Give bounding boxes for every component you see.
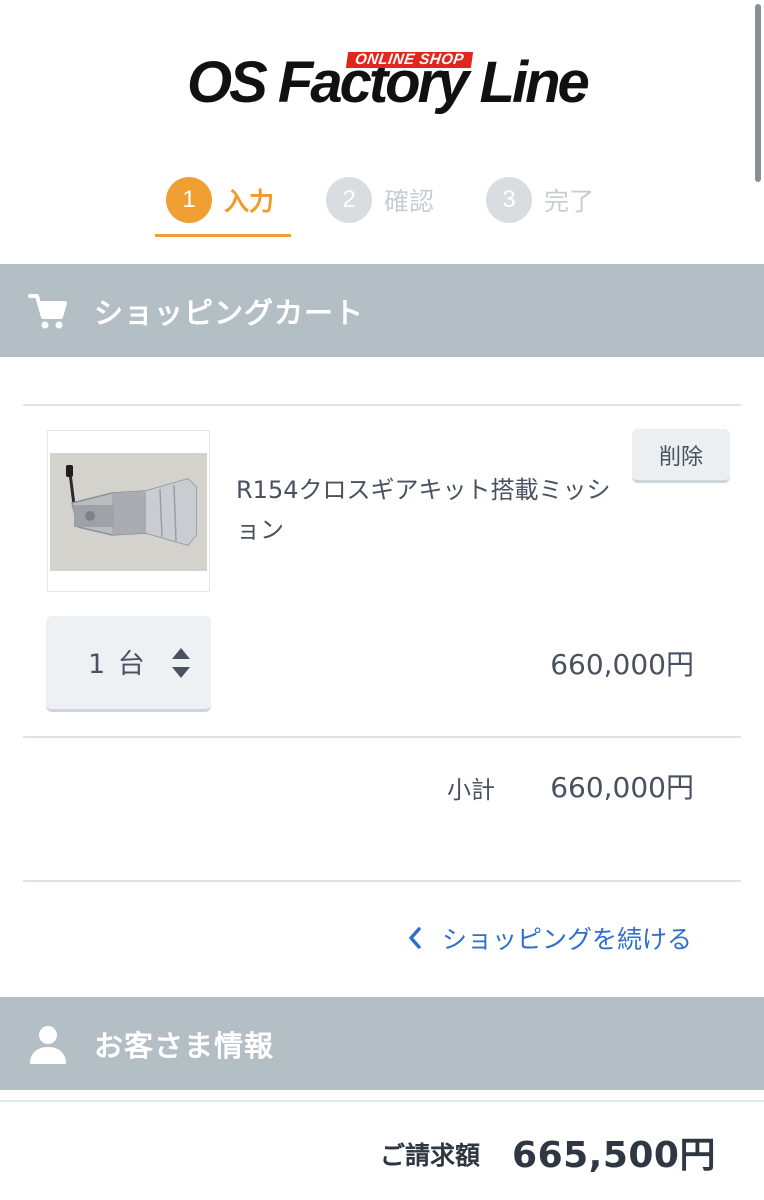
- step-complete: 3 完了: [486, 176, 594, 224]
- step-input: 1 入力: [166, 176, 274, 224]
- cart-title: ショッピングカート: [94, 295, 365, 330]
- cart-icon: [28, 291, 68, 331]
- subtotal-label: 小計: [447, 776, 495, 804]
- step-number: 1: [166, 177, 212, 223]
- updown-arrows-icon: [170, 646, 192, 680]
- divider: [23, 736, 741, 738]
- continue-shopping-label: ショッピングを続ける: [441, 925, 692, 954]
- total-label: ご請求額: [380, 1141, 481, 1170]
- chevron-left-icon: [406, 926, 424, 950]
- cart-section-header: ショッピングカート: [0, 264, 764, 357]
- delete-button[interactable]: 削除: [632, 429, 730, 483]
- step-label: 入力: [224, 187, 275, 216]
- site-logo[interactable]: OS Factory Line ONLINE SHOP: [0, 48, 764, 128]
- item-price: 660,000円: [550, 648, 694, 681]
- continue-shopping-link[interactable]: ショッピングを続ける: [406, 920, 692, 956]
- user-icon: [28, 1024, 68, 1064]
- logo-badge: ONLINE SHOP: [345, 51, 473, 68]
- step-confirm: 2 確認: [326, 176, 434, 224]
- total-bar: ご請求額 665,500円: [0, 1100, 764, 1200]
- transmission-photo: [50, 453, 207, 571]
- step-number: 2: [326, 177, 372, 223]
- quantity-select[interactable]: 1 台: [46, 616, 211, 712]
- product-name[interactable]: R154クロスギアキット搭載ミッション: [236, 470, 626, 550]
- total-value: 665,500円: [512, 1135, 716, 1176]
- active-step-underline: [155, 234, 291, 237]
- product-image[interactable]: [47, 430, 210, 592]
- step-number: 3: [486, 177, 532, 223]
- customer-section-header: お客さま情報: [0, 997, 764, 1090]
- step-label: 完了: [544, 187, 595, 216]
- checkout-steps: 1 入力 2 確認 3 完了: [0, 176, 764, 238]
- quantity-value: 1 台: [88, 649, 147, 680]
- step-label: 確認: [384, 187, 435, 216]
- divider: [23, 880, 741, 882]
- customer-title: お客さま情報: [94, 1028, 275, 1063]
- divider: [23, 404, 741, 406]
- subtotal-value: 660,000円: [550, 771, 694, 804]
